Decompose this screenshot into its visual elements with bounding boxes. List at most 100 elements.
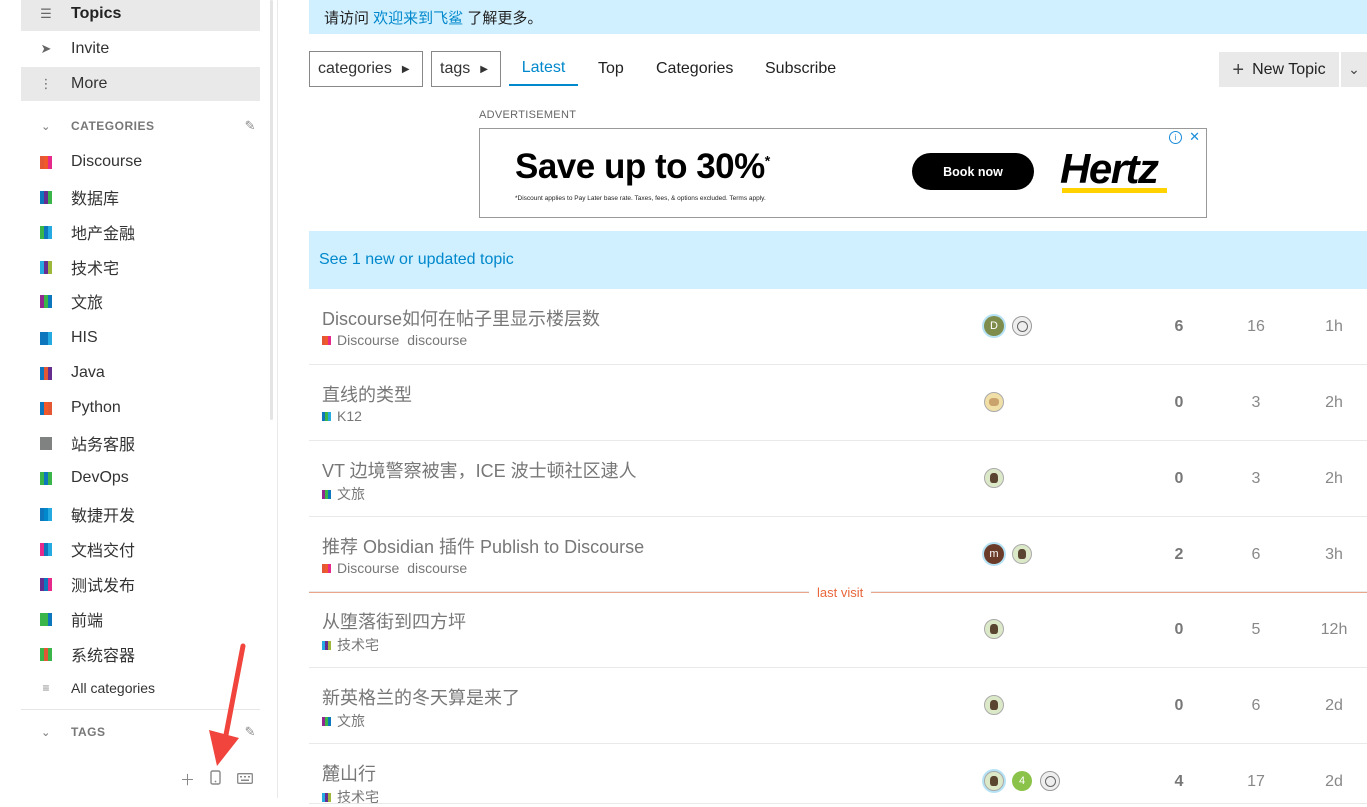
topic-activity-link[interactable]: 1h	[1314, 318, 1354, 336]
topic-title-link[interactable]: Discourse如何在帖子里显示楼层数	[322, 305, 600, 331]
sidebar-scrollbar[interactable]	[270, 0, 273, 420]
topic-category-link[interactable]: 技术宅	[337, 635, 379, 655]
topic-activity-link[interactable]: 2h	[1314, 394, 1354, 412]
sidebar-item-invite[interactable]: ➤ Invite	[21, 32, 260, 66]
info-icon[interactable]: i	[1169, 131, 1182, 144]
topic-views-count: 5	[1251, 621, 1261, 638]
avatar[interactable]: D	[984, 316, 1004, 336]
topic-title-link[interactable]: VT 边境警察被害，ICE 波士顿社区逮人	[322, 457, 637, 483]
topic-row[interactable]: 推荐 Obsidian 插件 Publish to Discourse Disco…	[309, 517, 1367, 592]
plus-icon[interactable]: ＋	[180, 769, 196, 790]
new-topic-button[interactable]: + New Topic	[1219, 52, 1339, 87]
sidebar-category-item[interactable]: 测试发布	[21, 569, 260, 599]
category-swatch-bars	[39, 294, 53, 308]
topic-posters	[984, 619, 1012, 639]
tab-top[interactable]: Top	[598, 52, 624, 86]
topic-row[interactable]: VT 边境警察被害，ICE 波士顿社区逮人 文旅 0 3 2h	[309, 441, 1367, 517]
topic-views-count: 6	[1251, 546, 1261, 563]
ad-book-now-button[interactable]: Book now	[912, 153, 1034, 190]
avatar[interactable]	[984, 619, 1004, 639]
topic-category-link[interactable]: Discourse	[337, 560, 399, 576]
pencil-icon[interactable]: ✎	[245, 118, 256, 134]
avatar[interactable]: 4	[1012, 771, 1032, 791]
topic-tag-link[interactable]: discourse	[407, 332, 467, 348]
welcome-banner: 请访问 欢迎来到飞鲨 了解更多。	[309, 0, 1367, 34]
topic-title-link[interactable]: 推荐 Obsidian 插件 Publish to Discourse	[322, 533, 644, 559]
new-topic-dropdown-button[interactable]: ⌄	[1341, 52, 1367, 87]
topic-category-link[interactable]: 技术宅	[337, 787, 379, 807]
category-color-swatch	[322, 489, 331, 499]
topic-views-count: 17	[1247, 773, 1265, 790]
topic-meta: 文旅	[322, 711, 365, 731]
category-swatch-stripe	[328, 335, 331, 345]
topic-activity-link[interactable]: 12h	[1314, 621, 1354, 639]
topic-title-link[interactable]: 从堕落街到四方坪	[322, 608, 466, 634]
avatar[interactable]	[1012, 544, 1032, 564]
topic-row[interactable]: 直线的类型 K12 0 3 2h	[309, 365, 1367, 441]
tab-subscribe[interactable]: Subscribe	[765, 52, 836, 86]
topic-row[interactable]: 新英格兰的冬天算是来了 文旅 0 6 2d	[309, 668, 1367, 744]
avatar[interactable]	[1040, 771, 1060, 791]
mobile-device-icon[interactable]	[210, 769, 221, 789]
tags-dropdown[interactable]: tags ▶	[431, 51, 501, 87]
close-icon[interactable]: ✕	[1189, 129, 1200, 145]
paper-plane-icon: ➤	[40, 41, 52, 56]
sidebar-category-item[interactable]: 地产金融	[21, 217, 260, 247]
topic-row[interactable]: 从堕落街到四方坪 技术宅 0 5 12h	[309, 592, 1367, 668]
ad-headline-mark: *	[764, 152, 770, 169]
sidebar-category-item[interactable]: 敏捷开发	[21, 499, 260, 529]
category-color-swatch	[21, 190, 71, 204]
sidebar-category-item[interactable]: DevOps	[21, 463, 260, 493]
sidebar-category-item[interactable]: 技术宅	[21, 252, 260, 282]
topic-activity-link[interactable]: 2d	[1314, 773, 1354, 791]
sidebar-category-label: 站务客服	[71, 437, 136, 454]
sidebar-category-item[interactable]: 数据库	[21, 182, 260, 212]
keyboard-icon[interactable]	[237, 771, 253, 788]
topic-row[interactable]: Discourse如何在帖子里显示楼层数 Discourse discourse D 6…	[309, 289, 1367, 365]
sidebar-category-item[interactable]: Discourse	[21, 147, 260, 177]
sidebar-category-item[interactable]: HIS	[21, 323, 260, 353]
banner-link[interactable]: 欢迎来到飞鲨	[373, 7, 463, 28]
avatar[interactable]	[984, 771, 1004, 791]
sidebar-category-item[interactable]: 前端	[21, 604, 260, 634]
avatar[interactable]	[984, 468, 1004, 488]
sidebar-category-item[interactable]: 文旅	[21, 286, 260, 316]
topic-activity-link[interactable]: 3h	[1314, 546, 1354, 564]
topic-category-link[interactable]: 文旅	[337, 711, 365, 731]
sidebar-category-label: 前端	[71, 613, 104, 630]
advertisement[interactable]: Save up to 30%* *Discount applies to Pay…	[479, 128, 1207, 218]
topic-category-link[interactable]: Discourse	[337, 332, 399, 348]
sidebar-category-item[interactable]: 站务客服	[21, 428, 260, 458]
topic-tag-link[interactable]: discourse	[407, 560, 467, 576]
topic-meta: K12	[322, 408, 362, 424]
sidebar-category-item[interactable]: 文档交付	[21, 534, 260, 564]
category-color-swatch	[322, 563, 331, 573]
topic-title-link[interactable]: 新英格兰的冬天算是来了	[322, 684, 520, 710]
topic-category-link[interactable]: K12	[337, 408, 362, 424]
topic-row[interactable]: 麓山行 技术宅 4 4 17 2d	[309, 744, 1367, 807]
category-swatch-bars	[39, 155, 53, 169]
avatar[interactable]	[984, 695, 1004, 715]
new-topics-notice[interactable]: See 1 new or updated topic	[309, 231, 1367, 289]
avatar[interactable]	[1012, 316, 1032, 336]
topic-meta: Discourse discourse	[322, 560, 467, 576]
sidebar-category-item[interactable]: Java	[21, 358, 260, 388]
category-swatch-bars	[39, 542, 53, 556]
sidebar-item-more[interactable]: ⋮ More	[21, 67, 260, 101]
sidebar-item-topics[interactable]: ☰ Topics	[21, 0, 260, 31]
topic-activity-link[interactable]: 2h	[1314, 470, 1354, 488]
list-icon: ≡	[42, 681, 50, 695]
categories-dropdown[interactable]: categories ▶	[309, 51, 423, 87]
ad-brand-underline	[1062, 188, 1167, 193]
topic-title-link[interactable]: 麓山行	[322, 760, 376, 786]
tab-categories[interactable]: Categories	[656, 52, 733, 86]
topic-title-link[interactable]: 直线的类型	[322, 381, 412, 407]
sidebar-footer: ＋	[180, 767, 253, 791]
avatar[interactable]: m	[984, 544, 1004, 564]
sidebar-category-item[interactable]: Python	[21, 393, 260, 423]
categories-section-header[interactable]: ⌄ CATEGORIES ✎	[21, 114, 260, 138]
topic-category-link[interactable]: 文旅	[337, 484, 365, 504]
tab-latest[interactable]: Latest	[509, 52, 578, 86]
avatar[interactable]	[984, 392, 1004, 412]
topic-activity-link[interactable]: 2d	[1314, 697, 1354, 715]
